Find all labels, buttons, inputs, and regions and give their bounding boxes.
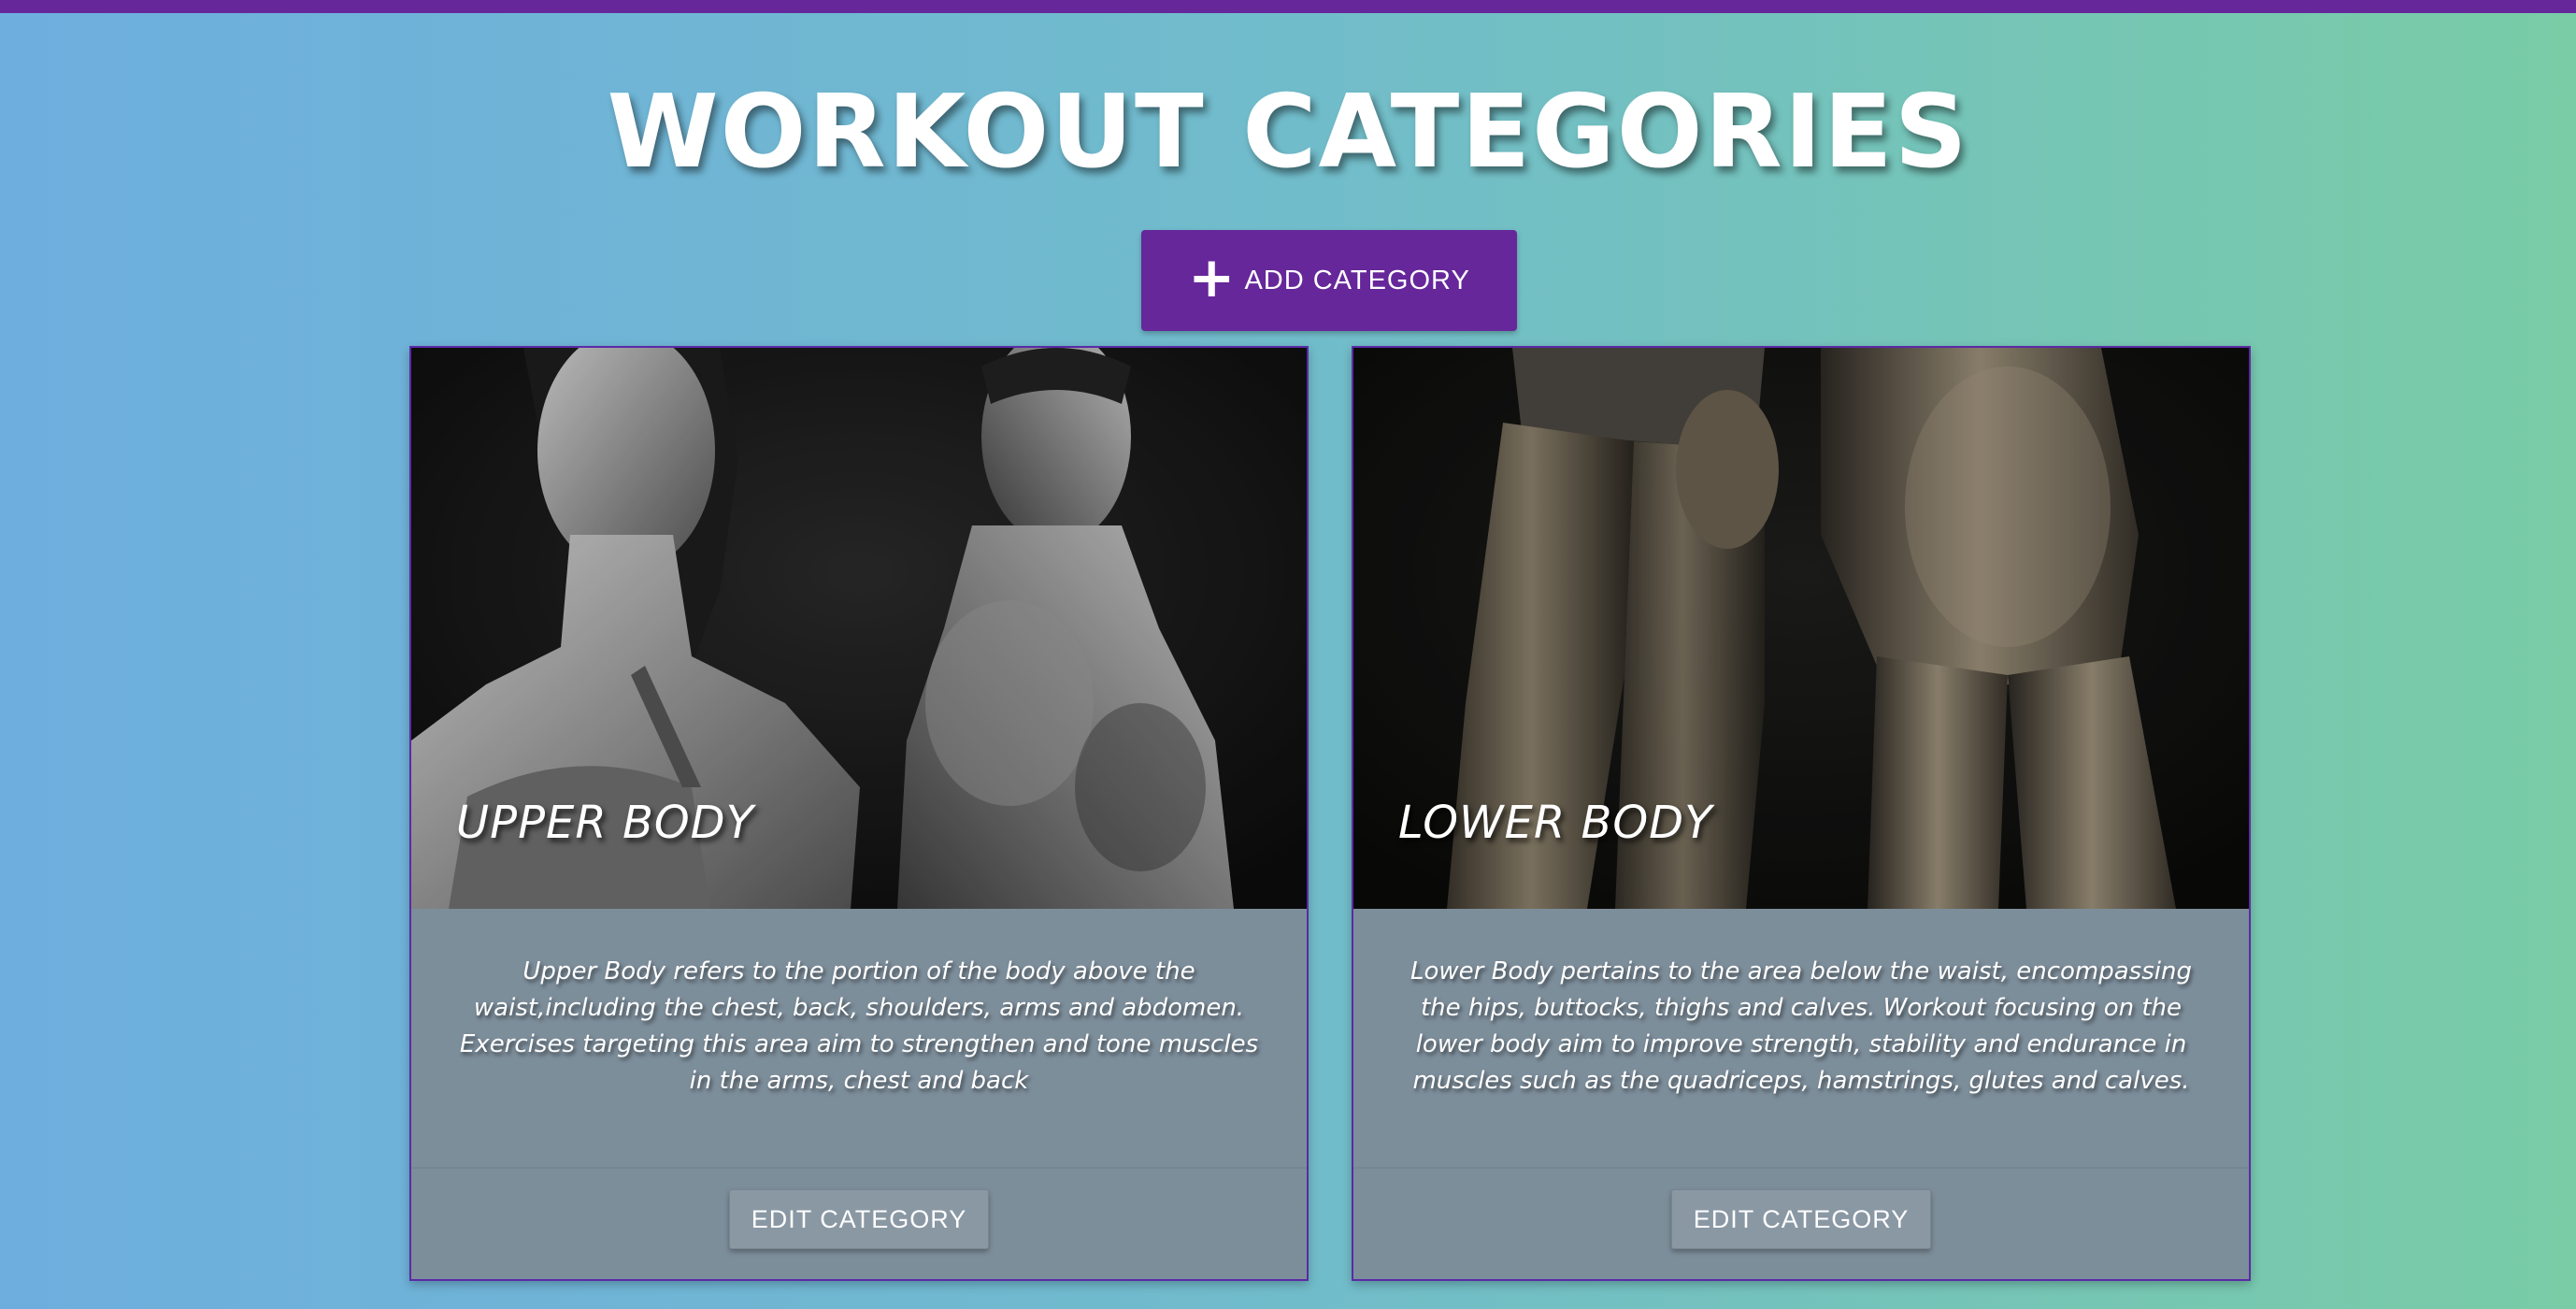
- category-description: Upper Body refers to the portion of the …: [459, 957, 1259, 1095]
- category-description: Lower Body pertains to the area below th…: [1410, 957, 2192, 1095]
- top-accent-bar: [0, 0, 2576, 13]
- edit-category-button[interactable]: EDIT CATEGORY: [729, 1189, 989, 1249]
- plus-icon: +: [1188, 245, 1236, 310]
- card-divider: [1353, 1167, 2249, 1169]
- add-category-button[interactable]: + ADD CATEGORY: [1141, 230, 1517, 331]
- card-divider: [411, 1167, 1307, 1169]
- edit-category-button[interactable]: EDIT CATEGORY: [1671, 1189, 1931, 1249]
- category-title: UPPER BODY: [456, 797, 754, 849]
- category-title: LOWER BODY: [1398, 797, 1713, 849]
- add-category-label: ADD CATEGORY: [1244, 265, 1470, 295]
- category-card-lower-body: LOWER BODY Lower Body pertains to the ar…: [1352, 346, 2251, 1281]
- category-card-upper-body: UPPER BODY Upper Body refers to the port…: [409, 346, 1309, 1281]
- page-title: WORKOUT CATEGORIES: [607, 74, 1969, 191]
